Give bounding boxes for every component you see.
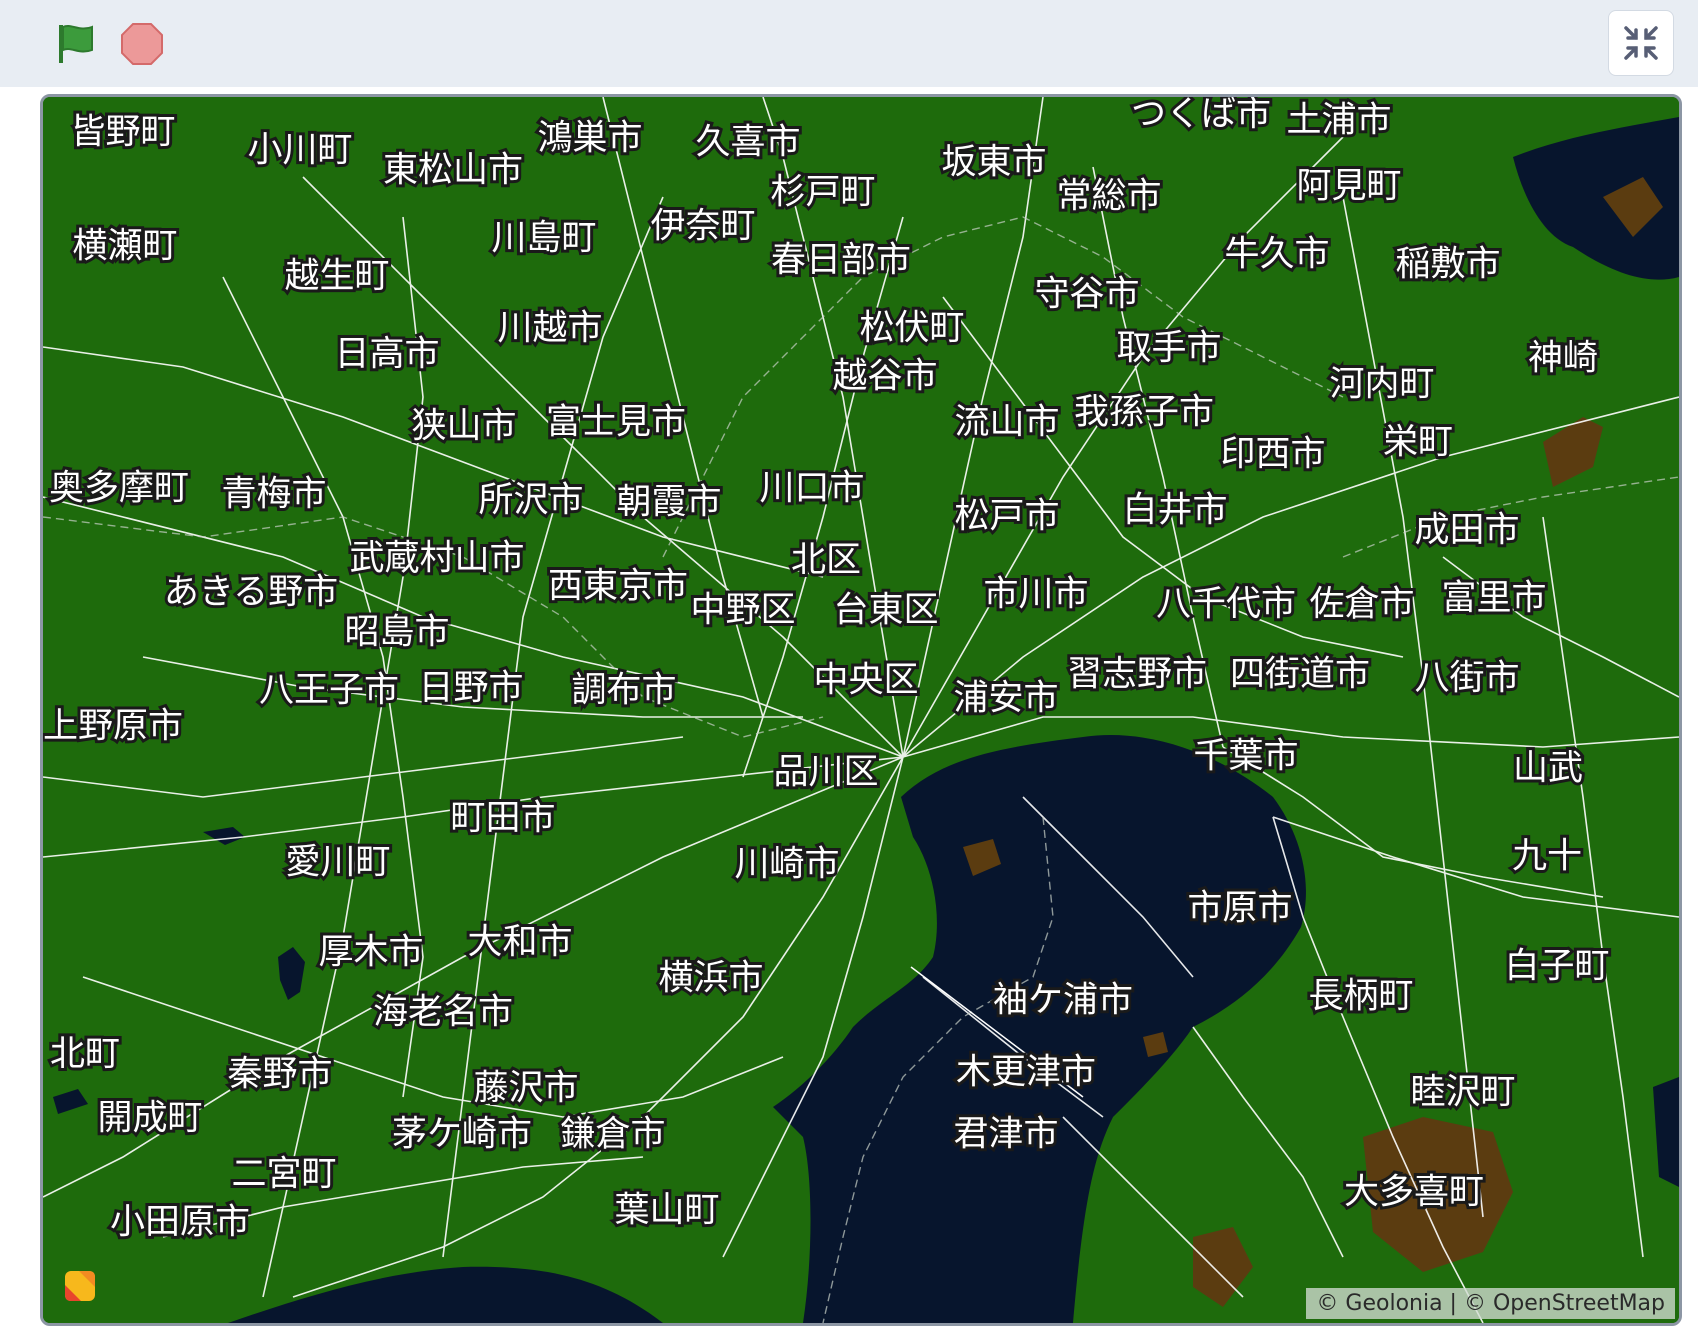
map-attribution[interactable]: © Geolonia | © OpenStreetMap (1306, 1288, 1675, 1319)
fullscreen-exit-button[interactable] (1608, 10, 1674, 76)
fullscreen-exit-icon (1624, 26, 1658, 60)
stage-toolbar (0, 0, 1698, 87)
green-flag-icon (59, 25, 93, 63)
green-flag-button[interactable] (52, 20, 102, 68)
stop-icon (121, 23, 163, 65)
geolonia-logo (63, 1269, 97, 1303)
map-stage[interactable]: 皆野町 小川町 東松山市 鴻巣市 久喜市 つくば市 土浦市 坂東市 杉戸町 常総市 阿見町 横瀬町 越生… (40, 94, 1682, 1326)
geolonia-logo-icon (65, 1271, 95, 1301)
map-canvas[interactable] (43, 97, 1679, 1323)
stop-button[interactable] (118, 20, 166, 68)
